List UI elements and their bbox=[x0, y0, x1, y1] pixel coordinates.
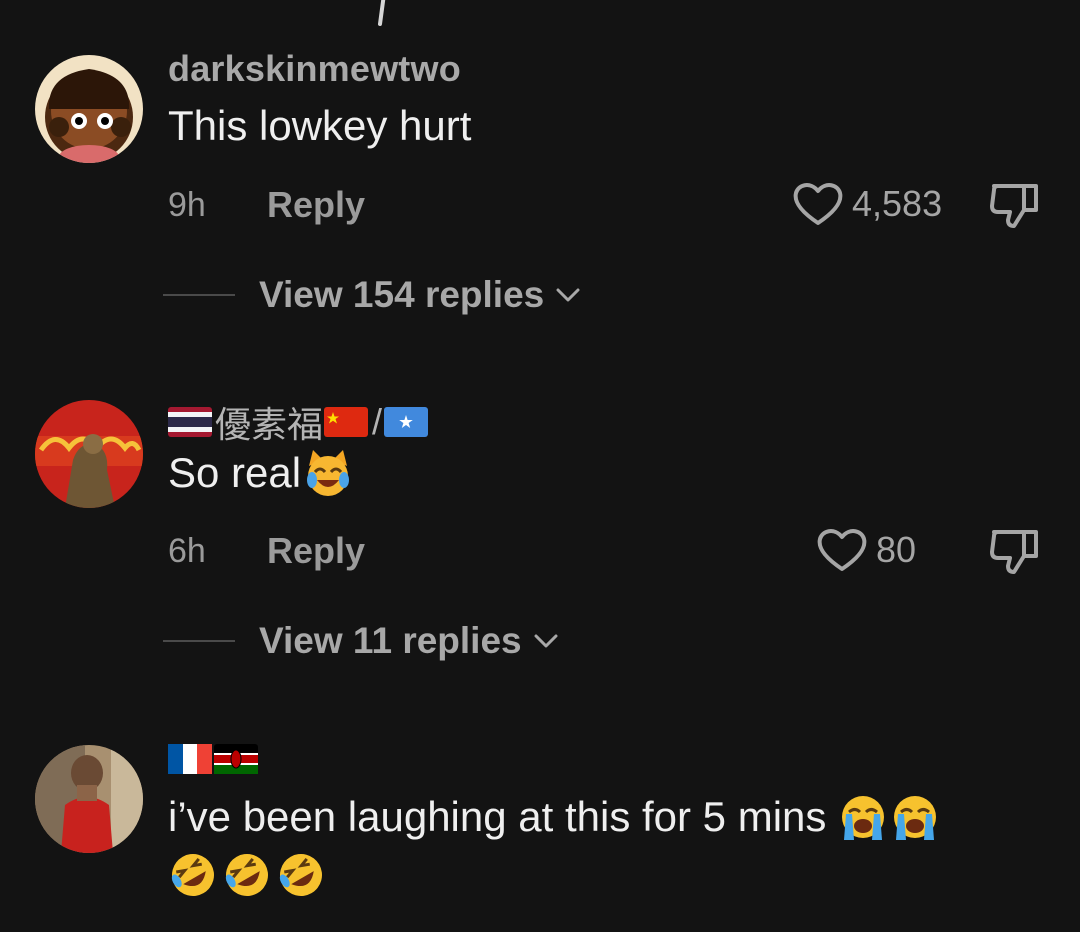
china-flag-icon bbox=[324, 407, 369, 437]
dislike-button[interactable] bbox=[988, 526, 1042, 576]
heart-icon bbox=[817, 529, 867, 571]
red-banner-statue-avatar-icon bbox=[35, 400, 143, 508]
rolling-laughing-emoji-icon bbox=[168, 850, 218, 900]
reply-button[interactable]: Reply bbox=[267, 530, 365, 572]
like-button[interactable]: 80 bbox=[816, 527, 916, 573]
avatar[interactable] bbox=[35, 400, 143, 508]
username[interactable]: darkskinmewtwo bbox=[168, 48, 461, 90]
username[interactable]: 優素福 / bbox=[168, 396, 430, 448]
thumbs-down-icon bbox=[990, 530, 1038, 574]
timestamp: 9h bbox=[168, 186, 206, 224]
rolling-laughing-emoji-icon bbox=[222, 850, 272, 900]
comment-body: So real bbox=[168, 449, 302, 496]
comment-body: i’ve been laughing at this for 5 mins bbox=[168, 793, 827, 840]
view-replies-label: View 11 replies bbox=[259, 620, 522, 661]
comment-text-line-2 bbox=[168, 850, 326, 900]
dislike-button[interactable] bbox=[988, 180, 1042, 230]
like-button[interactable]: 4,583 bbox=[792, 181, 942, 227]
username-separator: / bbox=[372, 401, 383, 442]
reply-button[interactable]: Reply bbox=[267, 184, 365, 226]
divider-line bbox=[163, 294, 235, 296]
divider-line bbox=[163, 640, 235, 642]
username-text: 優素福 bbox=[215, 404, 324, 445]
view-replies-label: View 154 replies bbox=[259, 274, 545, 315]
cat-tears-of-joy-emoji-icon bbox=[303, 448, 353, 498]
kenya-flag-icon bbox=[214, 744, 258, 774]
loudly-crying-emoji-icon bbox=[890, 792, 940, 842]
thailand-flag-icon bbox=[168, 407, 212, 437]
comment-text: So real bbox=[168, 448, 353, 498]
thumbs-down-icon bbox=[990, 184, 1038, 228]
loudly-crying-emoji-icon bbox=[838, 792, 888, 842]
cut-off-text-fragment bbox=[378, 0, 386, 26]
somalia-flag-icon bbox=[384, 407, 429, 437]
view-replies-button[interactable]: View 11 replies bbox=[163, 620, 558, 662]
cartoon-character-avatar-icon bbox=[35, 55, 143, 163]
timestamp: 6h bbox=[168, 532, 206, 570]
avatar[interactable] bbox=[35, 745, 143, 853]
comment-text: This lowkey hurt bbox=[168, 102, 471, 150]
avatar[interactable] bbox=[35, 55, 143, 163]
rolling-laughing-emoji-icon bbox=[276, 850, 326, 900]
comment-body: This lowkey hurt bbox=[168, 102, 472, 149]
chevron-down-icon bbox=[534, 633, 558, 649]
chevron-down-icon bbox=[556, 287, 580, 303]
comment-text: i’ve been laughing at this for 5 mins bbox=[168, 792, 940, 842]
view-replies-button[interactable]: View 154 replies bbox=[163, 274, 580, 316]
france-flag-icon bbox=[168, 744, 212, 774]
heart-icon bbox=[793, 183, 843, 225]
like-count: 4,583 bbox=[852, 183, 943, 224]
like-count: 80 bbox=[876, 529, 917, 570]
comments-screen: darkskinmewtwo This lowkey hurt 9h Reply… bbox=[0, 0, 1080, 932]
username[interactable] bbox=[168, 744, 260, 774]
person-photo-avatar-icon bbox=[35, 745, 143, 853]
